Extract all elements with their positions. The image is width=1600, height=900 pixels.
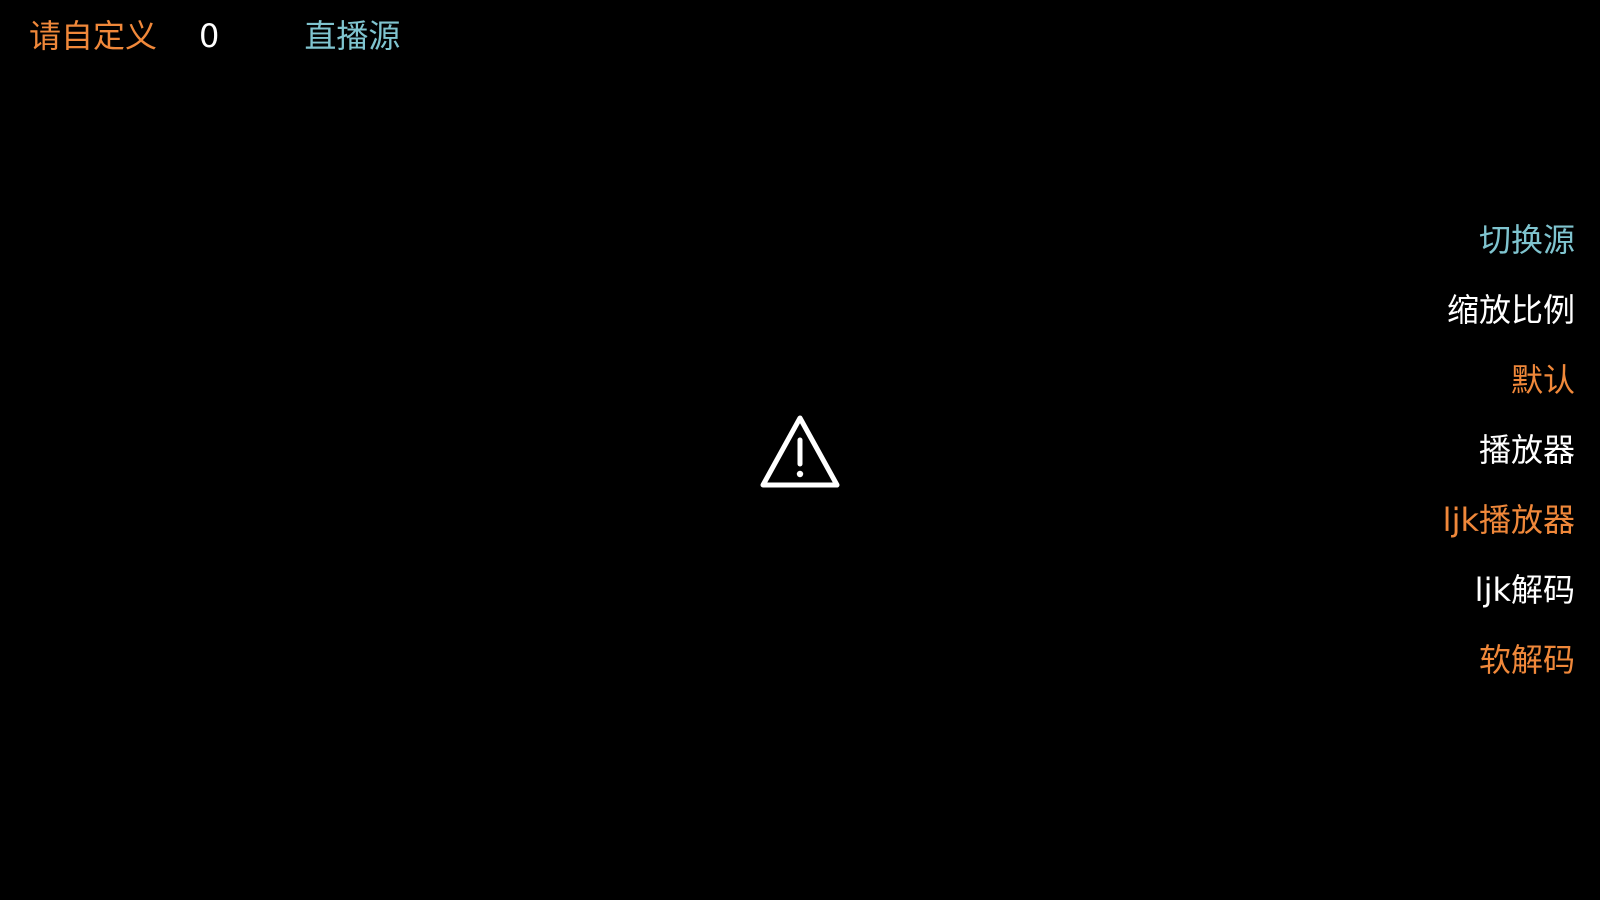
scale-ratio-value[interactable]: 默认 <box>1511 358 1575 428</box>
channel-number: 0 <box>199 17 220 55</box>
player-settings-menu: 切换源 缩放比例 默认 播放器 ljk播放器 ljk解码 软解码 <box>1443 218 1575 708</box>
player-screen[interactable]: 请自定义 0 直播源 切换源 缩放比例 默认 播放器 ljk播放器 ljk解码 … <box>0 0 1600 900</box>
warning-icon <box>760 415 840 488</box>
player-option[interactable]: 播放器 <box>1479 428 1575 498</box>
channel-name: 请自定义 <box>29 17 158 55</box>
channel-info-bar: 请自定义 0 直播源 <box>29 16 400 56</box>
source-type-label: 直播源 <box>304 17 401 55</box>
player-value[interactable]: ljk播放器 <box>1443 498 1575 568</box>
scale-ratio-option[interactable]: 缩放比例 <box>1447 288 1575 358</box>
decoder-option[interactable]: ljk解码 <box>1475 568 1575 638</box>
switch-source-button[interactable]: 切换源 <box>1479 218 1575 288</box>
decoder-value[interactable]: 软解码 <box>1479 638 1575 708</box>
